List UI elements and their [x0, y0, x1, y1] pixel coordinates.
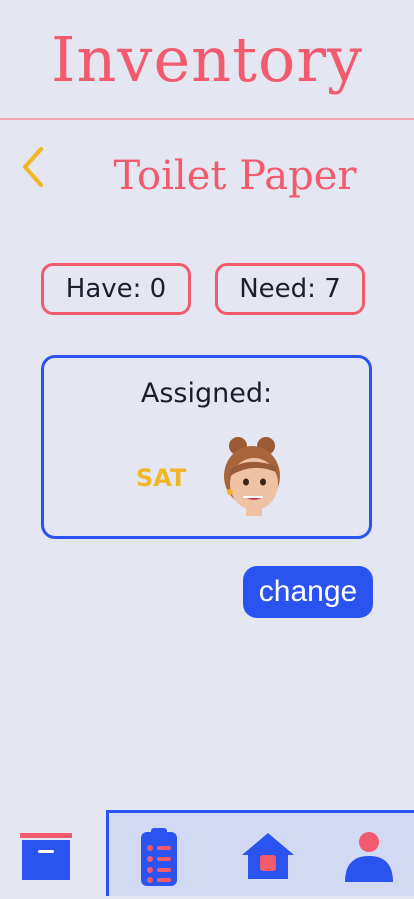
tab-group: [106, 810, 414, 896]
assignment-card: Assigned: SAT: [41, 355, 372, 539]
chevron-left-icon: [23, 147, 43, 187]
title-divider: [0, 118, 414, 120]
inventory-box-icon: [20, 833, 72, 880]
change-assignment-button[interactable]: change: [243, 566, 373, 618]
item-title: Toilet Paper: [113, 153, 357, 199]
need-count-label: Need: 7: [239, 274, 341, 304]
home-icon: [242, 833, 294, 879]
have-count-badge[interactable]: Have: 0: [41, 263, 191, 315]
memoji-avatar: [224, 437, 280, 516]
need-count-badge[interactable]: Need: 7: [215, 263, 365, 315]
back-button[interactable]: [14, 142, 50, 192]
tab-inventory[interactable]: [0, 810, 106, 896]
profile-icon: [345, 832, 393, 882]
assigned-day: SAT: [136, 464, 187, 492]
bottom-tab-bar: [0, 810, 414, 896]
page-title: Inventory: [51, 23, 363, 96]
tab-profile[interactable]: [334, 813, 404, 899]
checklist-icon: [141, 828, 177, 886]
tab-home[interactable]: [233, 813, 303, 899]
have-count-label: Have: 0: [65, 274, 167, 304]
tab-checklist[interactable]: [129, 813, 189, 899]
assigned-label: Assigned:: [140, 378, 273, 409]
